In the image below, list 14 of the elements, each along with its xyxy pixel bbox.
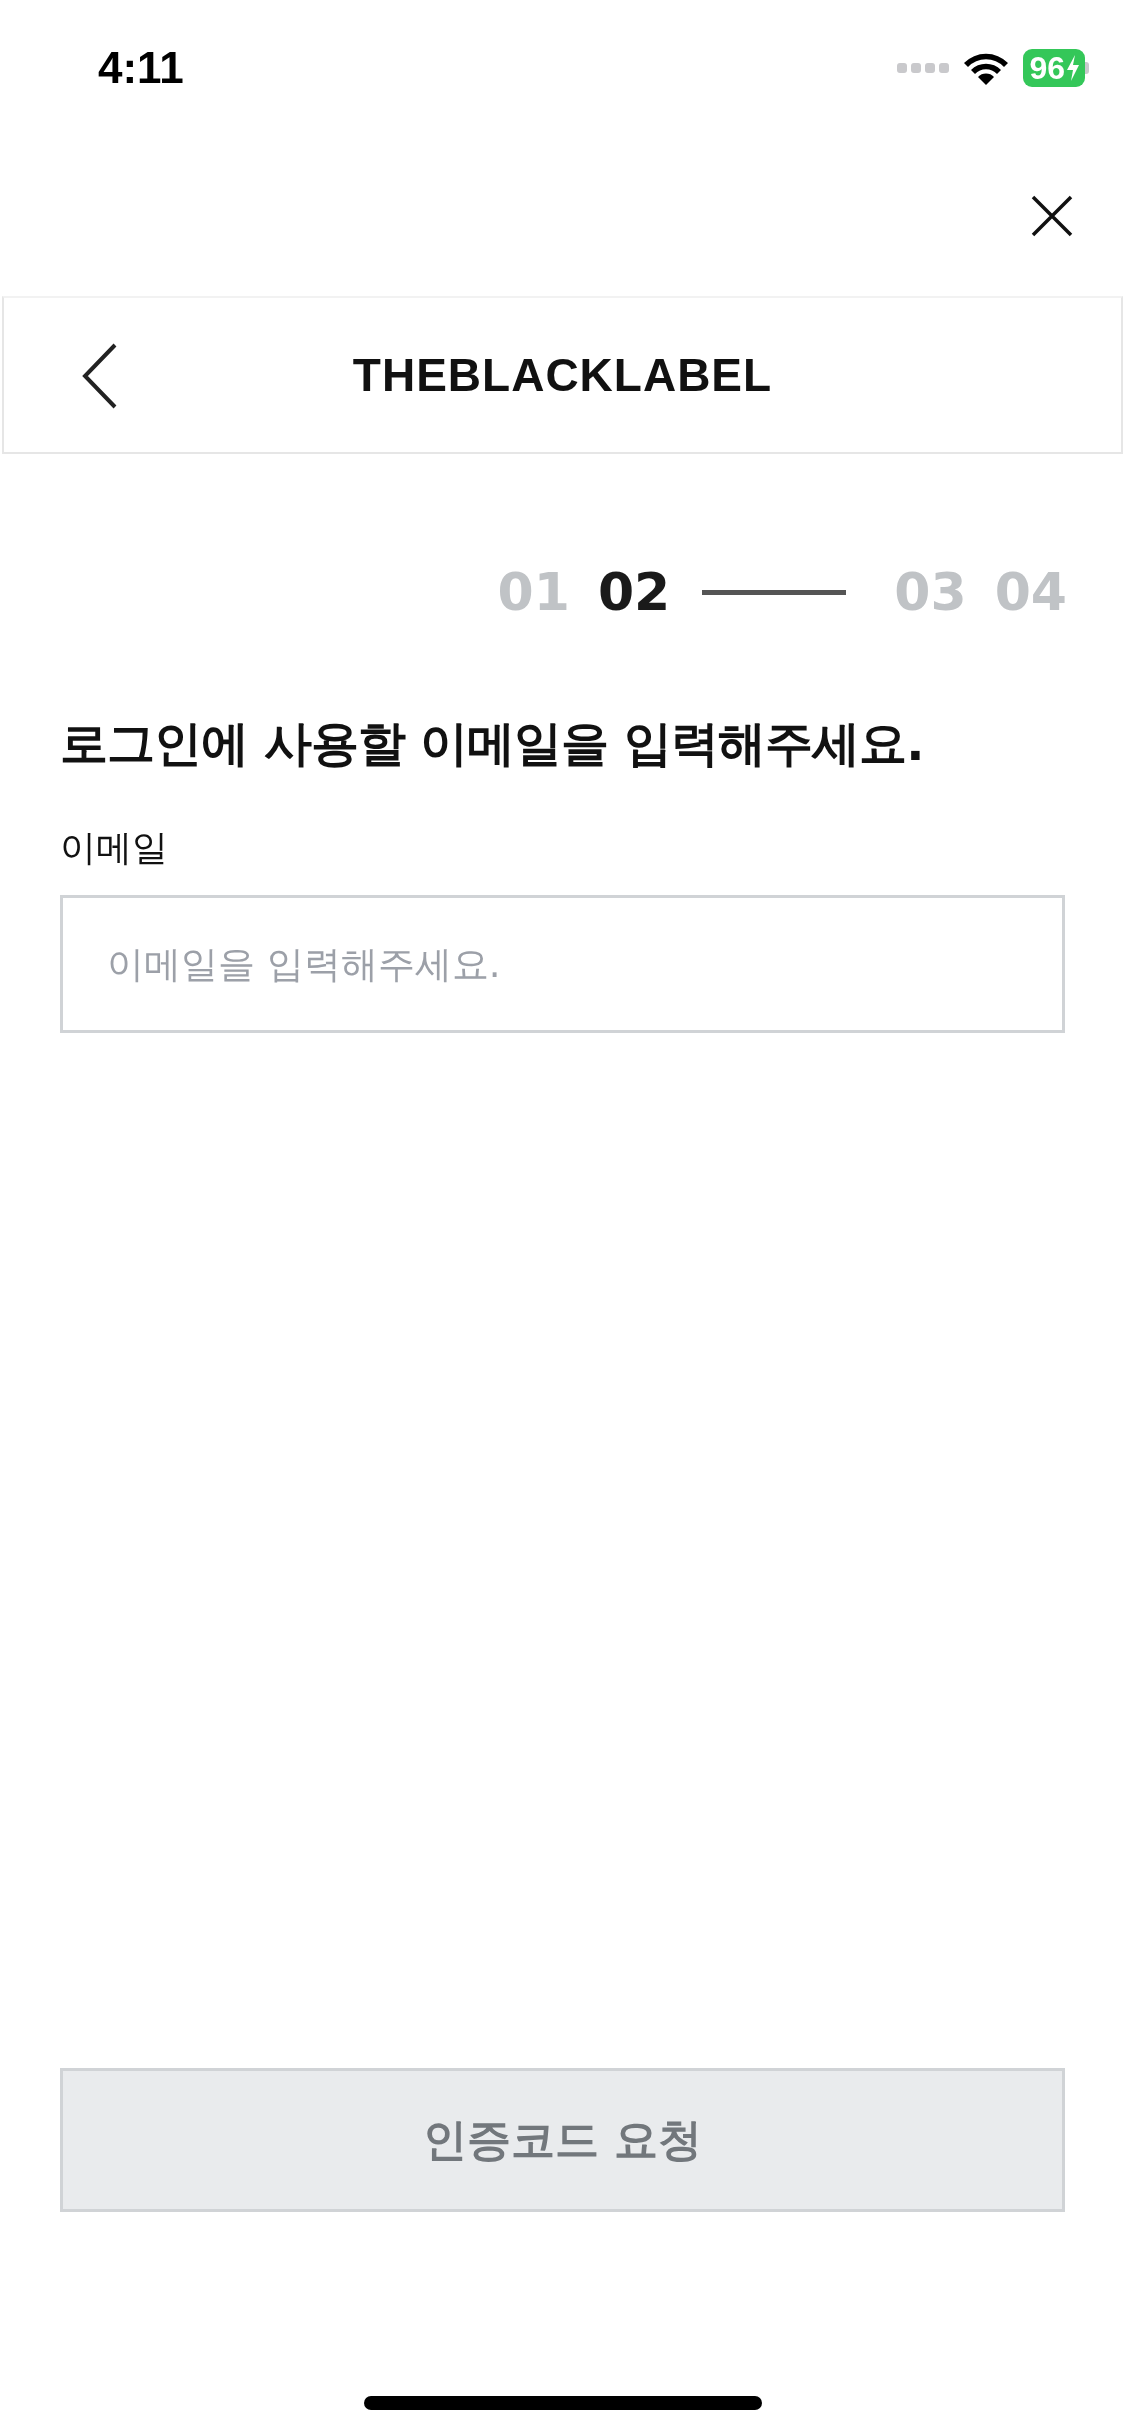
- logo: THEBLACKLABEL: [352, 348, 773, 402]
- signal-icon: [897, 61, 950, 75]
- wifi-icon: [963, 51, 1010, 85]
- step-number: 02: [597, 562, 671, 622]
- step-number: 03: [894, 562, 967, 622]
- back-icon[interactable]: [82, 343, 118, 409]
- step-number: 01: [497, 562, 570, 622]
- field-label: 이메일: [60, 826, 169, 870]
- step-number: 04: [994, 562, 1067, 622]
- status-time: 4:11: [98, 43, 184, 93]
- battery-icon: 96: [1023, 49, 1085, 87]
- close-icon[interactable]: [1031, 195, 1073, 237]
- page-title: 로그인에 사용할 이메일을 입력해주세요.: [60, 714, 925, 773]
- email-field[interactable]: 이메일을 입력해주세요.: [60, 895, 1065, 1033]
